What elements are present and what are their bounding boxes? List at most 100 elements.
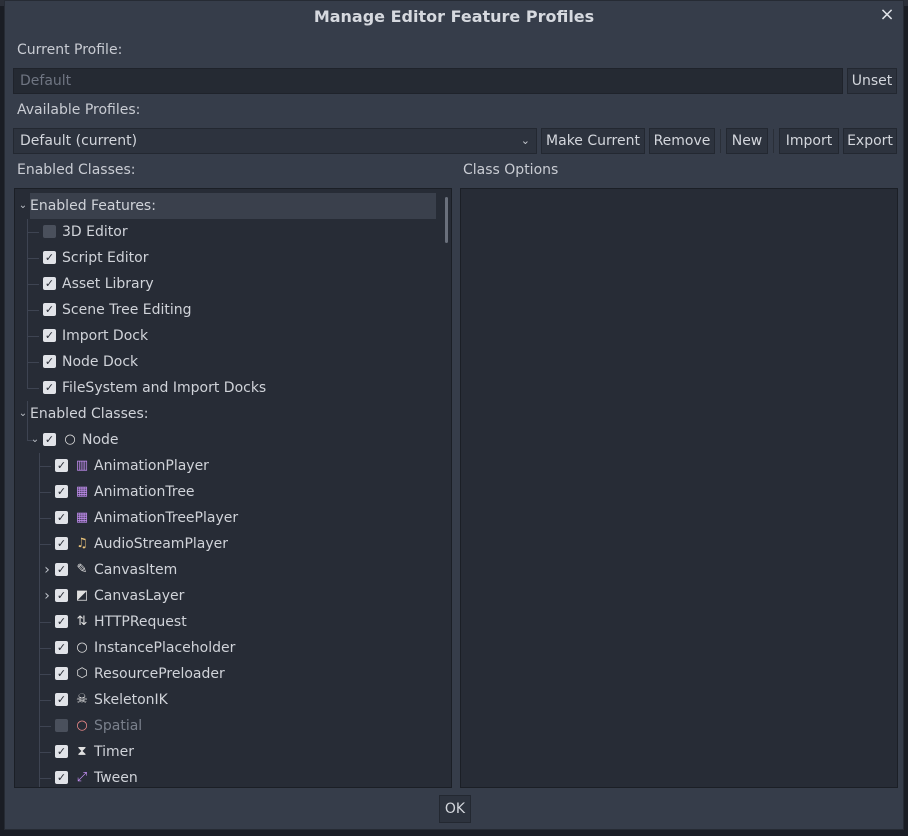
tree-guide-line	[39, 518, 51, 519]
class-item[interactable]: ✓ ⇅ HTTPRequest	[15, 609, 435, 635]
chevron-down-icon: ⌄	[520, 134, 530, 147]
checkbox[interactable]: ✓	[55, 693, 68, 706]
checkbox[interactable]: ✓	[55, 563, 68, 576]
checkbox[interactable]: ✓	[43, 329, 56, 342]
tree-node-label: Node	[82, 432, 119, 448]
checkbox[interactable]: ✓	[55, 589, 68, 602]
tree-guide-line	[27, 219, 28, 388]
class-item[interactable]: ✓ ☠ SkeletonIK	[15, 687, 435, 713]
feature-item[interactable]: ✓ Node Dock	[15, 349, 435, 375]
animation-tree-icon: ▦	[75, 484, 89, 499]
hourglass-icon: ⧗	[77, 744, 87, 759]
checkbox[interactable]: ✓	[55, 615, 68, 628]
brush-icon: ✎	[76, 562, 88, 577]
class-item-label: Tween	[94, 770, 138, 786]
current-profile-field[interactable]: Default	[13, 68, 843, 94]
class-item-label: CanvasItem	[94, 562, 178, 578]
tree-header-features[interactable]: ⌄ Enabled Features:	[19, 193, 436, 219]
import-button[interactable]: Import	[779, 128, 839, 154]
tree-header-classes[interactable]: ⌄ Enabled Classes:	[19, 401, 450, 427]
tree-guide-line	[39, 492, 51, 493]
class-options-panel	[460, 188, 898, 788]
feature-item-label: Scene Tree Editing	[62, 302, 192, 318]
checkbox[interactable]: ✓	[55, 537, 68, 550]
current-profile-label: Current Profile:	[17, 42, 123, 58]
checkbox[interactable]: ✓	[55, 511, 68, 524]
tree-guide-line	[39, 778, 51, 779]
checkbox[interactable]: ✓	[43, 381, 56, 394]
checkbox[interactable]: ✓	[55, 459, 68, 472]
checkbox[interactable]: ✓	[55, 719, 68, 732]
checkbox[interactable]: ✓	[43, 355, 56, 368]
tree-header-label: Enabled Classes:	[30, 406, 149, 422]
unset-button[interactable]: Unset	[847, 68, 897, 94]
class-item[interactable]: ✓ ▦ AnimationTree	[15, 479, 435, 505]
class-item[interactable]: › ✓ ✎ CanvasItem	[15, 557, 435, 583]
class-item[interactable]: ✓ ⧗ Timer	[15, 739, 435, 765]
feature-item-label: Script Editor	[62, 250, 149, 266]
class-item[interactable]: ✓ ○ Spatial	[15, 713, 435, 739]
class-item-label: HTTPRequest	[94, 614, 187, 630]
checkbox[interactable]: ✓	[55, 667, 68, 680]
feature-item[interactable]: ✓ Asset Library	[15, 271, 435, 297]
tree-guide-line	[27, 284, 39, 285]
checkbox[interactable]: ✓	[55, 771, 68, 784]
class-item-label: Timer	[94, 744, 135, 760]
profile-select-value: Default (current)	[20, 133, 138, 149]
checkbox[interactable]: ✓	[43, 277, 56, 290]
tree-header-label: Enabled Features:	[30, 198, 156, 214]
tree-guide-line	[27, 362, 39, 363]
export-button[interactable]: Export	[843, 128, 897, 154]
tree-scrollbar[interactable]	[445, 197, 448, 243]
checkbox[interactable]: ✓	[55, 485, 68, 498]
class-item[interactable]: › ✓ ◩ CanvasLayer	[15, 583, 435, 609]
tree-guide-line	[39, 544, 51, 545]
animation-tree-player-icon: ▦	[75, 510, 89, 525]
class-item-label: CanvasLayer	[94, 588, 185, 604]
tree-guide-line	[39, 466, 51, 467]
feature-item[interactable]: ✓ FileSystem and Import Docks	[15, 375, 435, 401]
class-item-label: SkeletonIK	[94, 692, 168, 708]
checkbox[interactable]: ✓	[55, 745, 68, 758]
tree-guide-line	[39, 752, 51, 753]
class-options-label: Class Options	[463, 162, 559, 178]
feature-tree[interactable]: ⌄Enabled Features: ✓ 3D Editor ✓ Script Edit…	[14, 188, 452, 788]
circle-node-icon: ○	[64, 432, 76, 447]
class-item[interactable]: ✓ ▥ AnimationPlayer	[15, 453, 435, 479]
feature-item-label: 3D Editor	[62, 224, 128, 240]
class-item[interactable]: ✓ ⬡ ResourcePreloader	[15, 661, 435, 687]
feature-item[interactable]: ✓ Scene Tree Editing	[15, 297, 435, 323]
feature-item[interactable]: ✓ Import Dock	[15, 323, 435, 349]
checkbox[interactable]: ✓	[43, 225, 56, 238]
new-button[interactable]: New	[726, 128, 768, 154]
checkbox[interactable]: ✓	[43, 251, 56, 264]
remove-button[interactable]: Remove	[649, 128, 715, 154]
class-item[interactable]: ✓ ○ InstancePlaceholder	[15, 635, 435, 661]
enabled-classes-label: Enabled Classes:	[17, 162, 136, 178]
checkbox[interactable]: ✓	[55, 641, 68, 654]
tree-guide-line	[27, 232, 39, 233]
tree-node-row[interactable]: ⌄ ✓ ○ Node	[15, 427, 435, 453]
class-item[interactable]: ✓ ♫ AudioStreamPlayer	[15, 531, 435, 557]
checkbox[interactable]: ✓	[43, 303, 56, 316]
feature-item[interactable]: ✓ 3D Editor	[15, 219, 435, 245]
chevron-right-icon[interactable]: ›	[41, 583, 53, 609]
chevron-right-icon[interactable]: ›	[41, 557, 53, 583]
tree-guide-line	[27, 401, 28, 440]
chevron-down-icon[interactable]: ⌄	[17, 193, 29, 219]
feature-profiles-dialog: Manage Editor Feature Profiles × Current…	[4, 0, 904, 830]
class-item[interactable]: ✓ ▦ AnimationTreePlayer	[15, 505, 435, 531]
checkbox[interactable]: ✓	[43, 433, 56, 446]
dialog-title: Manage Editor Feature Profiles	[313, 7, 595, 26]
feature-item-label: Asset Library	[62, 276, 154, 292]
tree-guide-line	[27, 388, 39, 389]
feature-item[interactable]: ✓ Script Editor	[15, 245, 435, 271]
available-profiles-label: Available Profiles:	[17, 102, 141, 118]
ok-button[interactable]: OK	[439, 795, 471, 823]
class-item[interactable]: ✓ ⤢ Tween	[15, 765, 435, 787]
tree-guide-line	[39, 622, 51, 623]
skull-icon: ☠	[76, 692, 88, 707]
make-current-button[interactable]: Make Current	[541, 128, 645, 154]
close-icon[interactable]: ×	[877, 5, 897, 25]
profile-select[interactable]: Default (current) ⌄	[13, 128, 537, 154]
